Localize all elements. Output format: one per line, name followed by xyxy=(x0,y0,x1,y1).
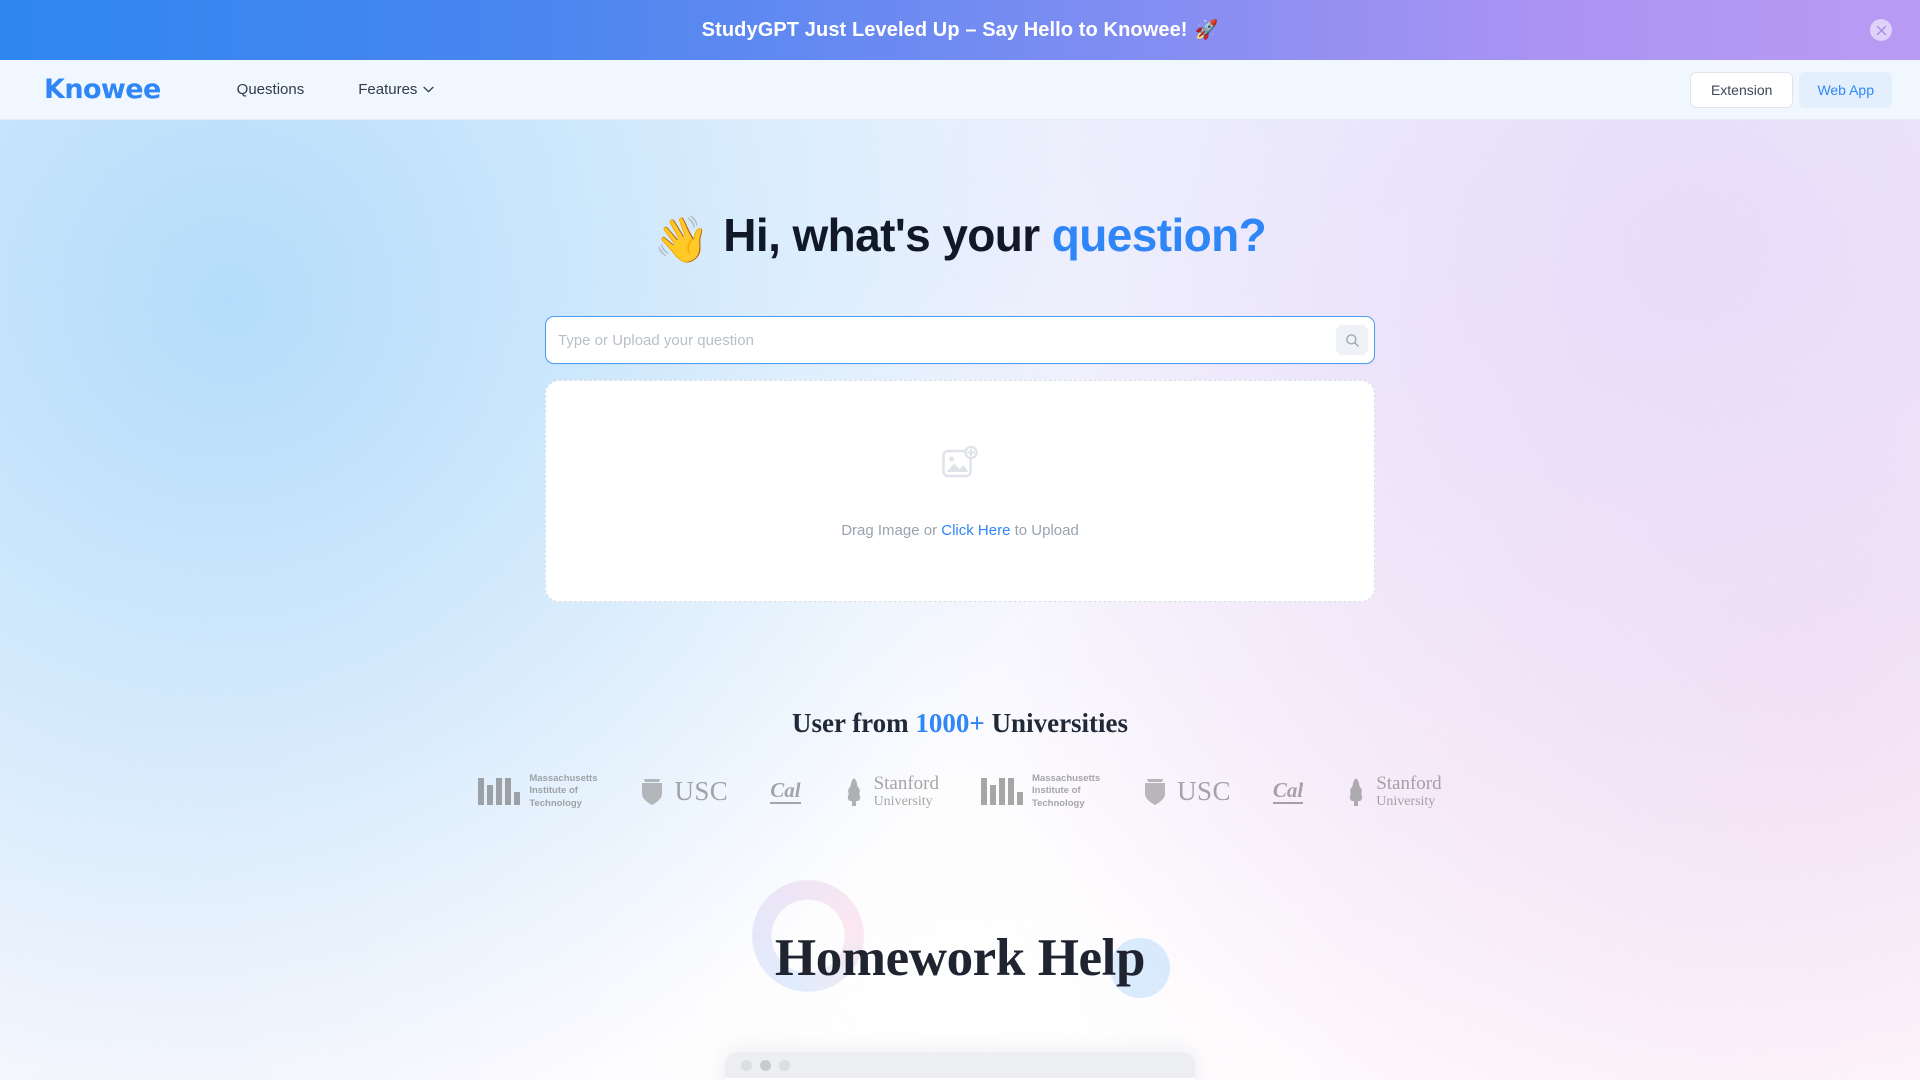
universities-title: User from 1000+ Universities xyxy=(0,708,1920,739)
rocket-icon: 🚀 xyxy=(1194,20,1219,41)
usc-shield-icon xyxy=(1145,778,1166,805)
nav-item-label: Features xyxy=(358,81,418,98)
web-app-button[interactable]: Web App xyxy=(1799,71,1892,108)
browser-mockup xyxy=(725,1052,1195,1080)
announcement-message: StudyGPT Just Leveled Up – Say Hello to … xyxy=(701,19,1188,41)
university-logo-usc: USC xyxy=(639,776,728,807)
university-logo-mit: Massachusetts Institute of Technology xyxy=(478,773,597,810)
banner-close-button[interactable] xyxy=(1870,19,1892,41)
mit-bars-icon xyxy=(478,778,521,806)
header-actions: Extension Web App xyxy=(1689,71,1892,108)
waving-hand-icon: 👋 xyxy=(653,214,710,265)
mit-wordmark: Massachusetts Institute of Technology xyxy=(1032,773,1100,810)
upload-text-before: Drag Image or xyxy=(841,522,942,539)
extension-button[interactable]: Extension xyxy=(1689,71,1794,108)
university-logo-strip: Massachusetts Institute of Technology US… xyxy=(0,773,1920,810)
university-logo-stanford: Stanford University xyxy=(843,772,939,810)
mit-bars-icon xyxy=(981,778,1023,806)
nav-item-questions[interactable]: Questions xyxy=(237,81,305,98)
universities-title-after: Universities xyxy=(984,708,1129,738)
stanford-line-2: University xyxy=(1376,794,1436,810)
upload-click-here-link[interactable]: Click Here xyxy=(941,522,1010,539)
mit-line-1: Massachusetts xyxy=(529,773,598,784)
mit-line-3: Technology xyxy=(529,797,582,809)
page-title-accent: question? xyxy=(1051,209,1267,261)
mockup-dot-maximize xyxy=(779,1059,790,1071)
universities-count: 1000+ xyxy=(915,708,985,738)
homework-help-title: Homework Help xyxy=(774,929,1146,988)
homework-help-section: Homework Help xyxy=(0,880,1920,999)
upload-icon-wrap xyxy=(940,443,980,488)
mockup-title-bar xyxy=(725,1052,1195,1079)
stanford-tree-icon xyxy=(1349,777,1363,806)
stanford-wordmark: Stanford University xyxy=(873,772,939,810)
university-logo-cal: Cal xyxy=(1272,777,1304,804)
close-icon xyxy=(1876,25,1886,35)
page-title: 👋 Hi, what's your question? xyxy=(0,212,1920,262)
logo-knowee[interactable]: Knowee xyxy=(44,74,161,105)
universities-title-before: User from xyxy=(791,708,916,738)
usc-wordmark: USC xyxy=(674,776,729,807)
mockup-dot-close xyxy=(741,1059,752,1071)
stanford-tree-icon xyxy=(847,777,860,806)
mit-line-1: Massachusetts xyxy=(1032,773,1101,784)
university-logo-usc: USC xyxy=(1142,776,1231,807)
search-area xyxy=(545,316,1375,364)
upload-instruction: Drag Image or Click Here to Upload xyxy=(841,522,1079,539)
university-logo-cal: Cal xyxy=(770,777,801,804)
search-box[interactable] xyxy=(545,316,1375,364)
announcement-text: StudyGPT Just Leveled Up – Say Hello to … xyxy=(702,18,1219,42)
stanford-line-1: Stanford xyxy=(1376,772,1442,794)
site-header: Knowee Questions Features Extension Web … xyxy=(0,60,1920,120)
stanford-line-1: Stanford xyxy=(873,772,939,794)
nav-item-features[interactable]: Features xyxy=(358,81,435,98)
search-input[interactable] xyxy=(552,331,1336,349)
announcement-banner: StudyGPT Just Leveled Up – Say Hello to … xyxy=(0,0,1920,60)
image-add-icon xyxy=(942,445,978,478)
usc-shield-icon xyxy=(642,778,663,805)
mit-line-2: Institute of xyxy=(1032,785,1081,797)
stanford-line-2: University xyxy=(873,794,933,810)
upload-text-after: to Upload xyxy=(1010,522,1079,539)
mit-wordmark: Massachusetts Institute of Technology xyxy=(529,773,597,810)
mockup-dot-minimize xyxy=(760,1059,771,1071)
search-icon xyxy=(1345,333,1359,347)
search-submit-button[interactable] xyxy=(1336,325,1368,355)
university-logo-mit: Massachusetts Institute of Technology xyxy=(981,773,1100,810)
usc-wordmark: USC xyxy=(1177,776,1231,807)
cal-wordmark: Cal xyxy=(1272,777,1304,804)
chevron-down-icon xyxy=(423,86,435,93)
cal-wordmark: Cal xyxy=(770,777,801,804)
stanford-wordmark: Stanford University xyxy=(1376,772,1442,810)
main-nav: Questions Features xyxy=(237,81,435,98)
mit-line-3: Technology xyxy=(1032,797,1085,809)
image-upload-dropzone[interactable]: Drag Image or Click Here to Upload xyxy=(545,380,1375,602)
universities-section: User from 1000+ Universities Massachuset… xyxy=(0,708,1920,810)
mit-line-2: Institute of xyxy=(529,785,578,797)
page-title-plain: Hi, what's your xyxy=(723,209,1040,261)
university-logo-stanford: Stanford University xyxy=(1345,772,1442,810)
nav-item-label: Questions xyxy=(236,81,305,98)
hero-section: 👋 Hi, what's your question? Type or Uplo… xyxy=(0,120,1920,602)
